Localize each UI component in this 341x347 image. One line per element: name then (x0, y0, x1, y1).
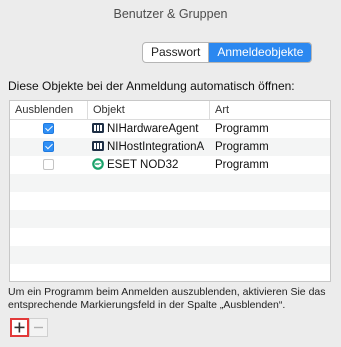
eset-app-icon (92, 158, 104, 170)
empty-row (10, 210, 330, 228)
table-row[interactable]: NIHardwareAgent Programm (10, 120, 330, 138)
empty-row (10, 246, 330, 264)
add-button[interactable] (10, 318, 29, 337)
empty-row (10, 174, 330, 192)
object-type: Programm (215, 141, 269, 153)
column-header-art[interactable]: Art (209, 101, 330, 119)
empty-row (10, 192, 330, 210)
column-header-ausblenden[interactable]: Ausblenden (10, 101, 86, 119)
tab-anmeldeobjekte[interactable]: Anmeldeobjekte (208, 43, 312, 62)
hide-checkbox[interactable] (43, 123, 54, 134)
list-buttons (10, 318, 48, 337)
object-name: NIHostIntegrationA (107, 141, 205, 153)
window-title: Benutzer & Gruppen (113, 7, 228, 21)
object-name: NIHardwareAgent (107, 123, 199, 135)
hide-checkbox[interactable] (43, 159, 54, 170)
login-items-table: Ausblenden Objekt Art NIHardwareAgent Pr… (9, 100, 331, 282)
hide-checkbox[interactable] (43, 141, 54, 152)
object-type: Programm (215, 123, 269, 135)
object-name: ESET NOD32 (107, 159, 179, 171)
hint-text: Um ein Programm beim Anmelden auszublend… (8, 286, 326, 311)
remove-button[interactable] (29, 318, 48, 337)
plus-icon (14, 322, 25, 333)
empty-row (10, 264, 330, 281)
ni-app-icon (92, 123, 104, 133)
table-row[interactable]: NIHostIntegrationA Programm (10, 138, 330, 156)
login-items-heading: Diese Objekte bei der Anmeldung automati… (8, 79, 295, 93)
ni-app-icon (92, 141, 104, 151)
tab-bar: Passwort Anmeldeobjekte (142, 42, 313, 63)
table-row[interactable]: ESET NOD32 Programm (10, 156, 330, 174)
column-header-objekt[interactable]: Objekt (87, 101, 209, 119)
minus-icon (34, 326, 43, 329)
empty-row (10, 228, 330, 246)
object-type: Programm (215, 159, 269, 171)
table-header: Ausblenden Objekt Art (10, 101, 330, 120)
tab-passwort[interactable]: Passwort (143, 43, 208, 62)
